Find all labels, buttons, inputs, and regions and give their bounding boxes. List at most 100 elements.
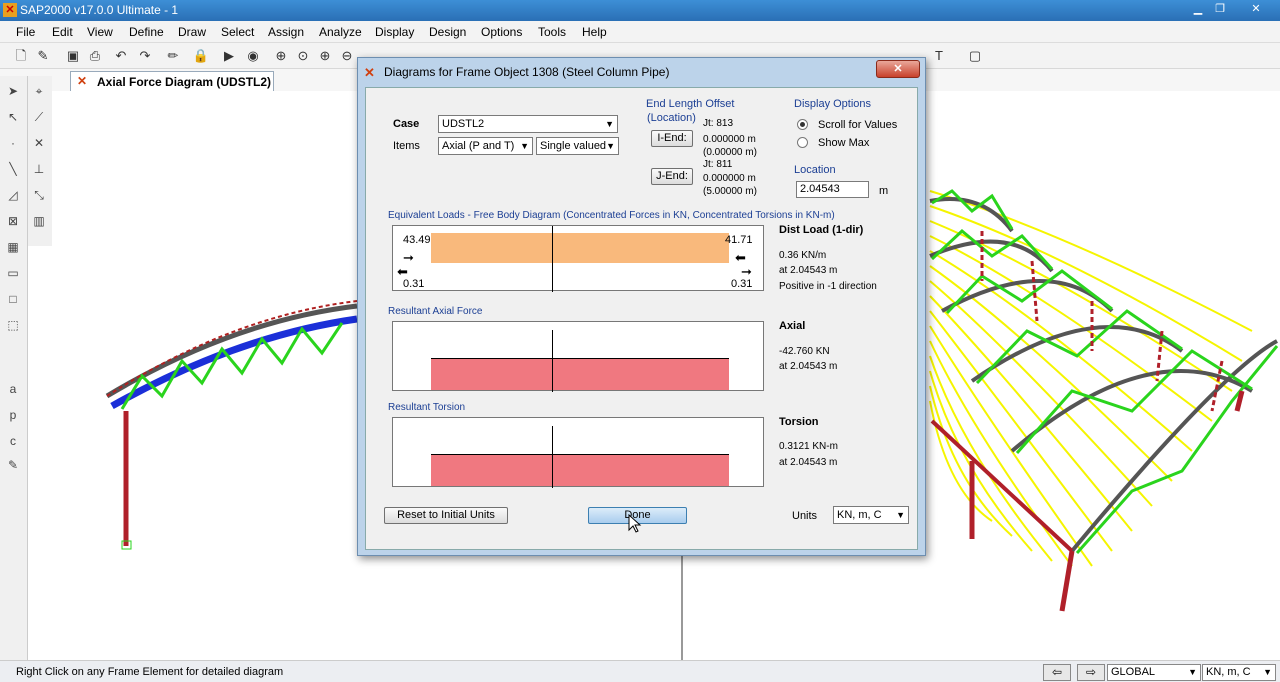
end-offset-title: End Length Offset <box>646 98 735 110</box>
case-dropdown[interactable]: UDSTL2 ▼ <box>438 115 618 133</box>
menu-options[interactable]: Options <box>481 25 522 39</box>
snap-middle-icon[interactable]: ⤡ <box>30 186 48 204</box>
edit-tool-icon[interactable]: ✎ <box>4 456 22 474</box>
i-end-offset: 0.000000 m <box>703 134 756 145</box>
square-icon[interactable]: □ <box>4 290 22 308</box>
torsion-location: at 2.04543 m <box>779 457 838 468</box>
pointer-icon[interactable]: ➤ <box>4 82 22 100</box>
new-file-icon[interactable]: 🗋 <box>12 47 30 65</box>
torsion-diagram <box>392 417 764 488</box>
show-max-radio[interactable] <box>797 137 808 148</box>
i-end-button[interactable]: I-End: <box>651 130 693 147</box>
units-dropdown[interactable]: KN, m, C ▼ <box>833 506 909 524</box>
axial-force-fill <box>431 358 729 390</box>
dist-load-direction: Positive in -1 direction <box>779 281 877 292</box>
coordinate-system-dropdown[interactable]: GLOBAL ▼ <box>1107 664 1201 681</box>
text-icon[interactable]: T <box>930 47 948 65</box>
save-icon[interactable]: ▣ <box>64 47 82 65</box>
tab-axial-force-diagram[interactable]: ✕ Axial Force Diagram (UDSTL2) <box>70 71 274 91</box>
snap-line-icon[interactable]: ⟋ <box>30 108 48 126</box>
zoom-restore-icon[interactable]: ⊙ <box>294 47 312 65</box>
menu-help[interactable]: Help <box>582 25 607 39</box>
page-icon[interactable]: ▭ <box>4 264 22 282</box>
location-marker <box>552 426 553 488</box>
pan-right-arrow-icon[interactable]: ⇨ <box>1077 664 1105 681</box>
dist-load-value: 0.36 KN/m <box>779 250 827 261</box>
status-units-value: KN, m, C <box>1206 666 1251 678</box>
status-bar: Right Click on any Frame Element for det… <box>0 660 1280 682</box>
tab-label: Axial Force Diagram (UDSTL2) <box>97 75 272 89</box>
scroll-for-values-radio[interactable] <box>797 119 808 130</box>
equiv-loads-title: Equivalent Loads - Free Body Diagram (Co… <box>388 210 835 221</box>
close-icon[interactable]: ✕ <box>1246 2 1266 17</box>
show-max-label: Show Max <box>818 137 870 149</box>
axial-value: -42.760 KN <box>779 346 830 357</box>
pencil-icon[interactable]: ✏ <box>164 47 182 65</box>
reset-units-button[interactable]: Reset to Initial Units <box>384 507 508 524</box>
sap-tab-icon: ✕ <box>77 74 88 88</box>
minimize-icon[interactable]: ▁ <box>1188 2 1208 17</box>
dist-load-title: Dist Load (1-dir) <box>779 224 864 236</box>
restore-icon[interactable]: ❐ <box>1210 2 1230 17</box>
dist-load-location: at 2.04543 m <box>779 265 838 276</box>
case-label: Case <box>393 118 420 130</box>
value-mode-dropdown[interactable]: Single valued ▼ <box>536 137 619 155</box>
select-all-icon[interactable]: a <box>4 380 22 398</box>
i-end-joint: Jt: 813 <box>703 118 734 129</box>
menu-display[interactable]: Display <box>375 25 414 39</box>
open-file-icon[interactable]: ✎ <box>34 47 52 65</box>
menu-define[interactable]: Define <box>129 25 164 39</box>
reshape-icon[interactable]: ↖ <box>4 108 22 126</box>
draw-brace-icon[interactable]: ⊠ <box>4 212 22 230</box>
mouse-cursor-icon <box>628 514 642 533</box>
point-icon[interactable]: · <box>4 134 22 152</box>
menu-draw[interactable]: Draw <box>178 25 206 39</box>
menu-file[interactable]: File <box>16 25 35 39</box>
menu-analyze[interactable]: Analyze <box>319 25 362 39</box>
menu-design[interactable]: Design <box>429 25 466 39</box>
frame-diagram-dialog: ✕ Diagrams for Frame Object 1308 (Steel … <box>357 57 926 556</box>
torsion-fill <box>431 454 729 486</box>
menu-view[interactable]: View <box>87 25 113 39</box>
units-value: KN, m, C <box>837 509 882 521</box>
run-icon[interactable]: ▶ <box>220 47 238 65</box>
coord-system-value: GLOBAL <box>1111 666 1156 678</box>
menu-tools[interactable]: Tools <box>538 25 566 39</box>
draw-area-icon[interactable]: ◿ <box>4 186 22 204</box>
zoom-window-icon[interactable]: ⊕ <box>272 47 290 65</box>
zoom-out-icon[interactable]: ⊖ <box>338 47 356 65</box>
snap-intersect-icon[interactable]: ✕ <box>30 134 48 152</box>
lock-icon[interactable]: 🔒 <box>192 47 210 65</box>
print-icon[interactable]: ⎙ <box>86 47 104 65</box>
axial-force-diagram <box>392 321 764 392</box>
location-input[interactable]: 2.04543 <box>796 181 869 198</box>
pan-left-arrow-icon[interactable]: ⇦ <box>1043 664 1071 681</box>
snap-point-icon[interactable]: ⌖ <box>30 82 48 100</box>
status-units-dropdown[interactable]: KN, m, C ▼ <box>1202 664 1276 681</box>
right-bottom-value: 0.31 <box>731 278 753 290</box>
zoom-in-icon[interactable]: ⊕ <box>316 47 334 65</box>
redo-icon[interactable]: ↷ <box>136 47 154 65</box>
case-value: UDSTL2 <box>442 118 485 130</box>
menu-assign[interactable]: Assign <box>268 25 304 39</box>
display-icon[interactable]: ▢ <box>966 47 984 65</box>
scroll-for-values-label: Scroll for Values <box>818 119 898 131</box>
items-dropdown[interactable]: Axial (P and T) ▼ <box>438 137 533 155</box>
clear-select-icon[interactable]: c <box>4 432 22 450</box>
select-box-icon[interactable]: ⬚ <box>4 316 22 334</box>
menu-edit[interactable]: Edit <box>52 25 73 39</box>
snap-perp-icon[interactable]: ⊥ <box>30 160 48 178</box>
close-button[interactable]: ✕ <box>876 60 920 78</box>
draw-frame-icon[interactable]: ╲ <box>4 160 22 178</box>
menu-select[interactable]: Select <box>221 25 254 39</box>
grid-icon[interactable]: ▦ <box>4 238 22 256</box>
axial-baseline <box>431 358 729 359</box>
previous-select-icon[interactable]: p <box>4 406 22 424</box>
snap-grid-icon[interactable]: ▥ <box>30 212 48 230</box>
undo-icon[interactable]: ↶ <box>112 47 130 65</box>
status-text: Right Click on any Frame Element for det… <box>16 666 284 678</box>
chevron-down-icon: ▼ <box>605 119 614 129</box>
j-end-button[interactable]: J-End: <box>651 168 693 185</box>
run-step-icon[interactable]: ◉ <box>244 47 262 65</box>
axial-location: at 2.04543 m <box>779 361 838 372</box>
